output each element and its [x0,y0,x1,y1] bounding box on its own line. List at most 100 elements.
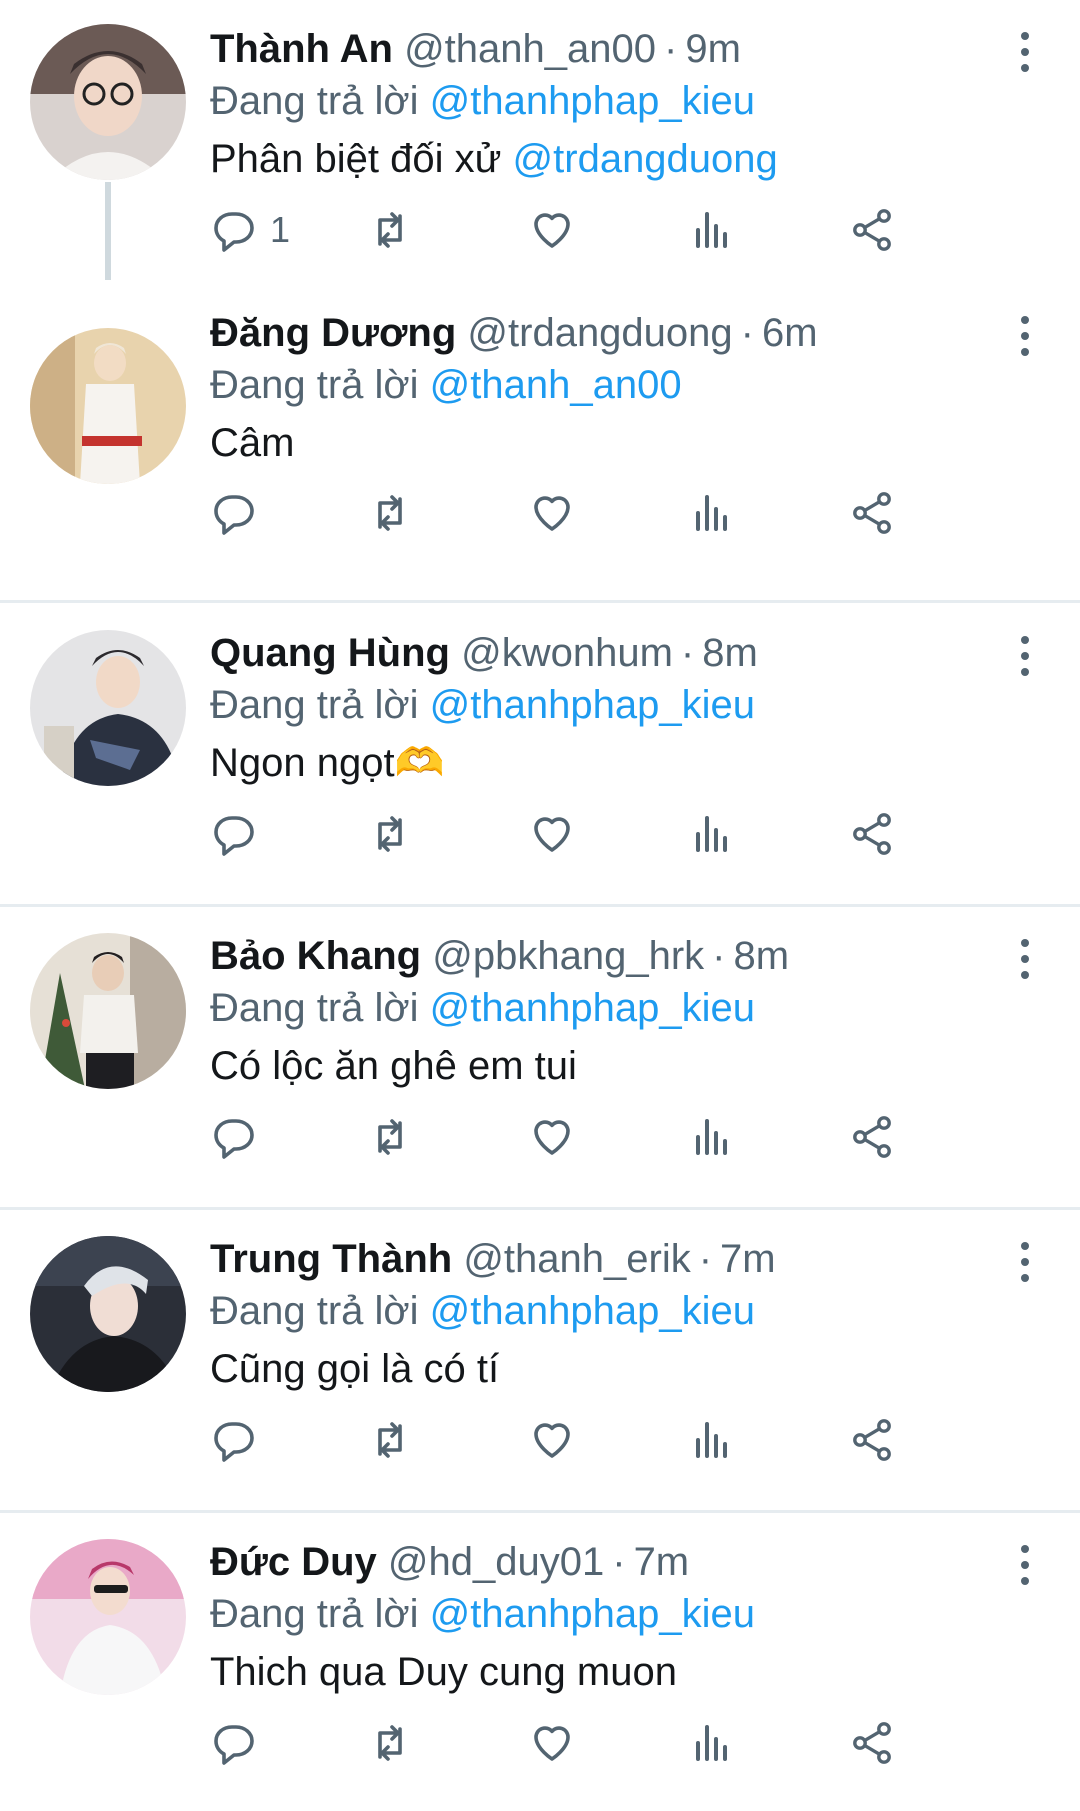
like-button[interactable] [528,1112,576,1162]
share-button[interactable] [848,809,896,859]
like-button[interactable] [528,809,576,859]
tweet[interactable]: Quang Hùng @kwonhum · 8m Đang trả lời @tha… [0,604,1080,907]
timestamp[interactable]: 8m [733,934,789,978]
separator: · [712,934,726,978]
like-button[interactable] [528,1718,576,1768]
timestamp[interactable]: 9m [685,27,741,71]
avatar[interactable] [30,1236,186,1392]
user-handle[interactable]: @thanh_erik [463,1237,690,1281]
reply-button[interactable] [210,1415,258,1465]
like-button[interactable] [528,1415,576,1465]
retweet-button[interactable] [366,1415,414,1465]
reply-button[interactable] [210,1112,258,1162]
share-button[interactable] [848,488,896,538]
separator: · [740,311,754,355]
tweet[interactable]: Đức Duy @hd_duy01 · 7m Đang trả lời @thanh… [0,1513,1080,1811]
views-button[interactable] [688,1415,736,1465]
timestamp[interactable]: 8m [702,631,758,675]
more-icon[interactable] [1010,1242,1040,1282]
tweet[interactable]: Đăng Dương @trdangduong · 6m Đang trả lời … [0,280,1080,603]
reply-mention[interactable]: @thanhphap_kieu [430,1289,755,1333]
reply-icon [214,495,254,535]
more-icon[interactable] [1010,316,1040,356]
reply-icon [214,212,254,252]
views-icon [696,816,727,852]
views-button[interactable] [688,809,736,859]
views-button[interactable] [688,205,736,255]
like-button[interactable] [528,488,576,538]
more-icon[interactable] [1010,636,1040,676]
reply-button[interactable] [210,1718,258,1768]
action-bar [210,1415,1030,1465]
display-name[interactable]: Thành An [210,27,393,71]
views-icon [696,1119,727,1155]
retweet-button[interactable] [366,205,414,255]
text-mention[interactable]: @trdangduong [513,137,778,181]
tweet[interactable]: Thành An @thanh_an00 · 9m Đang trả lời @th… [0,0,1080,270]
retweet-icon [378,1422,402,1458]
reply-mention[interactable]: @thanh_an00 [430,363,682,407]
separator: · [612,1540,626,1584]
heart-icon [534,213,570,248]
retweet-icon [378,212,402,248]
reply-mention[interactable]: @thanhphap_kieu [430,79,755,123]
tweet[interactable]: Bảo Khang @pbkhang_hrk · 8m Đang trả lời @… [0,907,1080,1210]
avatar[interactable] [30,24,186,180]
display-name[interactable]: Bảo Khang [210,934,421,978]
timestamp[interactable]: 7m [634,1540,690,1584]
like-button[interactable] [528,205,576,255]
more-icon[interactable] [1010,939,1040,979]
reply-icon [214,1725,254,1765]
avatar[interactable] [30,328,186,484]
reply-button[interactable]: 1 [210,205,290,255]
user-handle[interactable]: @pbkhang_hrk [432,934,704,978]
retweet-button[interactable] [366,809,414,859]
views-button[interactable] [688,1718,736,1768]
reply-mention[interactable]: @thanhphap_kieu [430,986,755,1030]
user-handle[interactable]: @hd_duy01 [388,1540,604,1584]
retweet-button[interactable] [366,1112,414,1162]
reply-context: Đang trả lời @thanhphap_kieu [210,76,1020,126]
retweet-button[interactable] [366,488,414,538]
user-handle[interactable]: @trdangduong [467,311,732,355]
reply-button[interactable] [210,488,258,538]
display-name[interactable]: Đăng Dương [210,311,456,355]
share-icon [853,1722,891,1764]
heart-icon [534,1423,570,1458]
share-button[interactable] [848,1112,896,1162]
more-icon[interactable] [1010,32,1040,72]
reply-mention[interactable]: @thanhphap_kieu [430,1592,755,1636]
views-button[interactable] [688,488,736,538]
display-name[interactable]: Trung Thành [210,1237,452,1281]
more-icon[interactable] [1010,1545,1040,1585]
avatar[interactable] [30,630,186,786]
tweet-text-content: Phân biệt đối xử [210,137,513,181]
retweet-button[interactable] [366,1718,414,1768]
reply-label: Đang trả lời [210,1592,419,1636]
share-button[interactable] [848,1718,896,1768]
views-icon [696,1422,727,1458]
retweet-icon [378,1725,402,1761]
user-handle[interactable]: @thanh_an00 [404,27,656,71]
share-button[interactable] [848,205,896,255]
share-icon [853,813,891,855]
reply-mention[interactable]: @thanhphap_kieu [430,683,755,727]
share-icon [853,209,891,251]
user-handle[interactable]: @kwonhum [461,631,673,675]
display-name[interactable]: Quang Hùng [210,631,450,675]
tweet[interactable]: Trung Thành @thanh_erik · 7m Đang trả lời … [0,1210,1080,1513]
reply-button[interactable] [210,809,258,859]
reply-icon [214,816,254,856]
share-button[interactable] [848,1415,896,1465]
heart-icon [534,817,570,852]
avatar[interactable] [30,933,186,1089]
reply-context: Đang trả lời @thanhphap_kieu [210,983,1020,1033]
separator: · [680,631,695,675]
avatar[interactable] [30,1539,186,1695]
timestamp[interactable]: 7m [720,1237,776,1281]
views-icon [696,495,727,531]
retweet-icon [378,1119,402,1155]
timestamp[interactable]: 6m [762,311,818,355]
views-button[interactable] [688,1112,736,1162]
display-name[interactable]: Đức Duy [210,1540,377,1584]
